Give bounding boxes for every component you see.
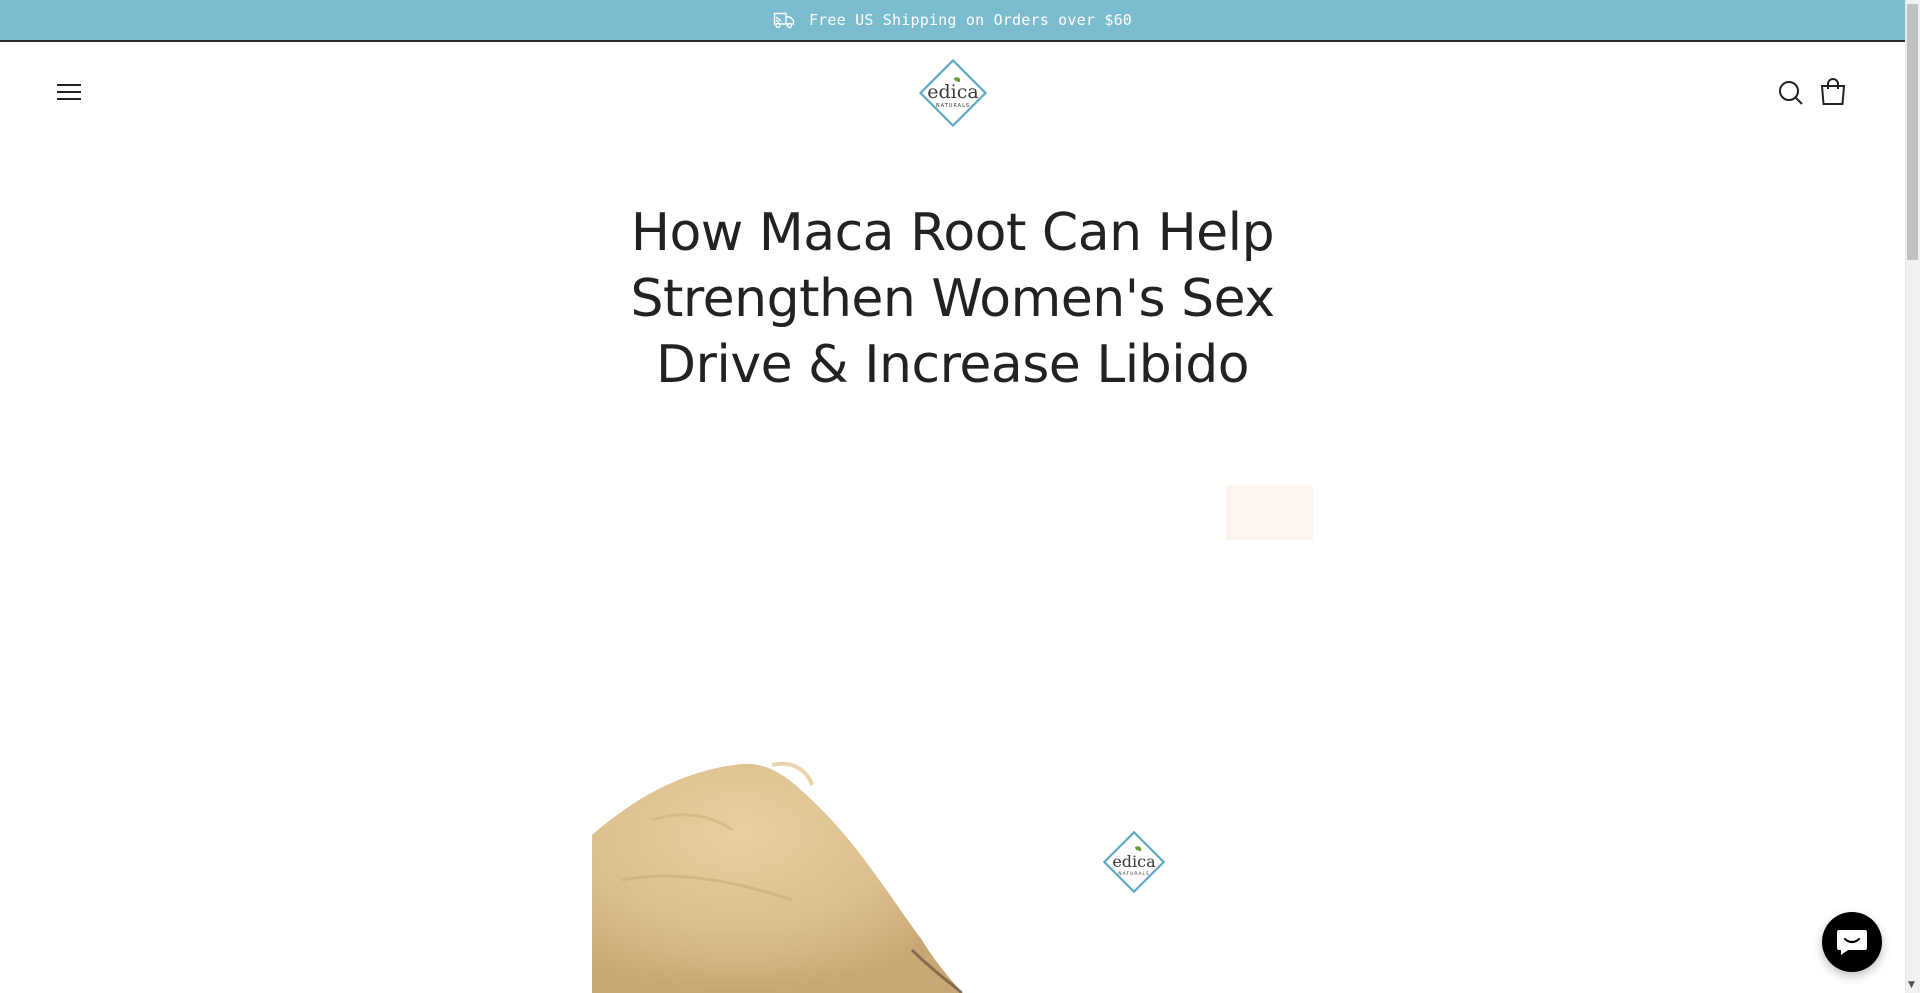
scroll-down-arrow-icon[interactable]: ▼ [1908,980,1915,990]
svg-text:NATURALS: NATURALS [1118,871,1150,877]
truck-icon [773,12,795,29]
shopping-bag-icon[interactable] [1819,77,1847,107]
brand-logo[interactable]: edica NATURALS [916,56,990,130]
announcement-bar: Free US Shipping on Orders over $60 [0,0,1905,42]
logo-wordmark: edica [927,81,978,103]
chat-bubble-icon [1837,930,1867,955]
logo-mark: edica NATURALS [918,58,988,128]
hamburger-menu-icon[interactable] [55,80,83,104]
hero-logo: edica NATURALS [1102,830,1166,894]
announcement-text: Free US Shipping on Orders over $60 [808,11,1133,29]
image-placeholder [1226,485,1313,540]
site-header: edica NATURALS [0,42,1905,142]
search-icon[interactable] [1777,79,1805,107]
article-title: How Maca Root Can Help Strengthen Women'… [630,203,1275,395]
chat-button[interactable] [1822,912,1882,972]
maca-powder-illustration: edica NATURALS [592,761,1166,993]
svg-text:edica: edica [1112,852,1156,871]
logo-tagline: NATURALS [936,103,970,109]
scrollbar-thumb[interactable] [1907,4,1918,260]
hero-image: edica NATURALS [592,740,1312,993]
